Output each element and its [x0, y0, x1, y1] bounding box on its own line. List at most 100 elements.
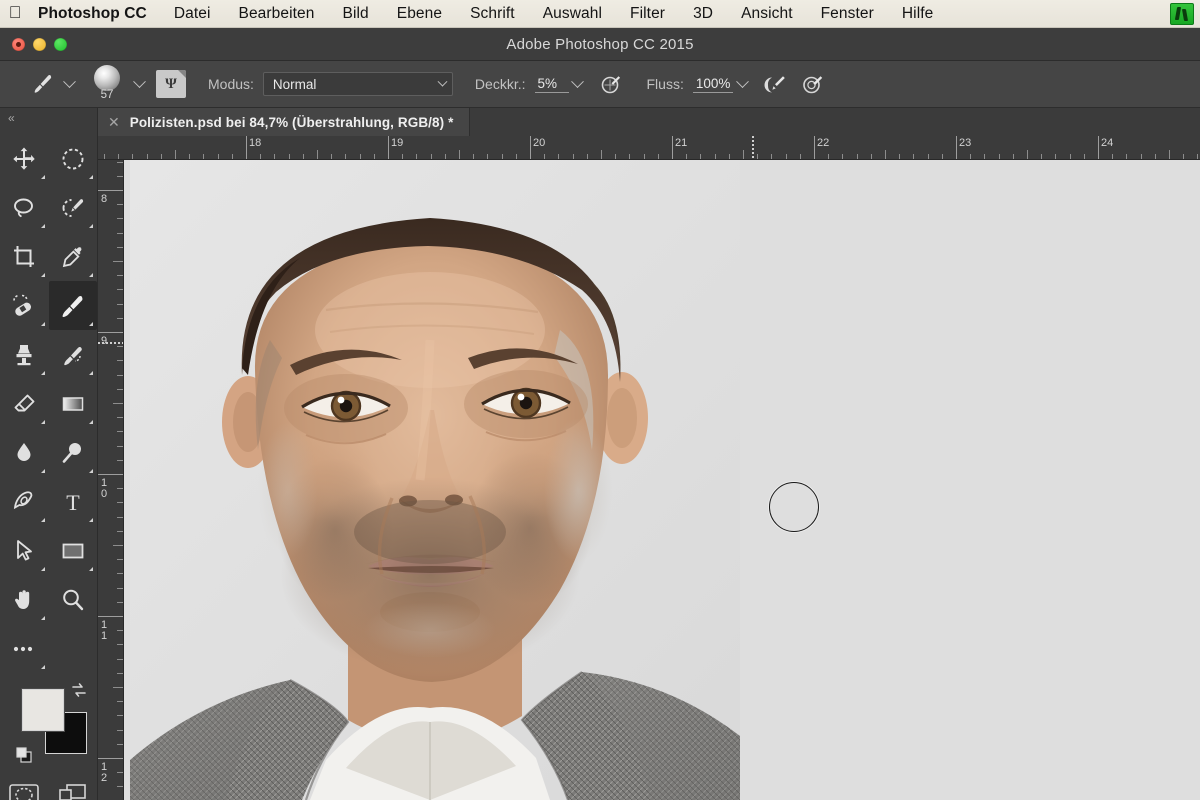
ruler-minor-tick: [885, 150, 886, 159]
ruler-minor-tick: [856, 154, 858, 159]
ruler-minor-tick: [117, 786, 123, 788]
ruler-minor-tick: [302, 154, 304, 159]
collapse-panel-icon[interactable]: «: [0, 108, 97, 128]
airbrush-icon[interactable]: [761, 70, 789, 98]
document-tab[interactable]: ✕ Polizisten.psd bei 84,7% (Überstrahlun…: [98, 108, 471, 136]
ruler-minor-tick: [572, 154, 574, 159]
move-tool[interactable]: [0, 134, 49, 183]
flow-input[interactable]: 100%: [692, 76, 734, 93]
type-tool[interactable]: T: [49, 477, 98, 526]
eraser-tool[interactable]: [0, 379, 49, 428]
ruler-minor-tick: [828, 154, 830, 159]
macos-menu-bar:  Photoshop CC Datei Bearbeiten Bild Ebe…: [0, 0, 1200, 28]
tool-row: [0, 428, 97, 477]
menu-item-hilfe[interactable]: Hilfe: [888, 5, 948, 23]
horizontal-ruler[interactable]: 18 19 20 21 22 23 24: [98, 136, 1200, 160]
brush-settings-panel-icon[interactable]: Ψ: [156, 70, 186, 98]
menu-item-3d[interactable]: 3D: [679, 5, 727, 23]
ruler-minor-tick: [941, 154, 943, 159]
history-brush-tool[interactable]: [49, 330, 98, 379]
ruler-minor-tick: [870, 154, 872, 159]
rectangle-tool[interactable]: [49, 526, 98, 575]
dodge-tool[interactable]: [49, 428, 98, 477]
ruler-minor-tick: [113, 261, 123, 262]
brush-tool[interactable]: [48, 281, 97, 330]
ruler-minor-tick: [1197, 154, 1199, 159]
pen-tool[interactable]: [0, 477, 49, 526]
quick-selection-tool[interactable]: [49, 183, 98, 232]
vertical-ruler[interactable]: 89101112: [98, 160, 124, 800]
ruler-minor-tick: [416, 154, 418, 159]
menu-item-filter[interactable]: Filter: [616, 5, 679, 23]
menu-item-schrift[interactable]: Schrift: [456, 5, 529, 23]
screen-recorder-icon[interactable]: [1170, 2, 1194, 25]
menu-item-bild[interactable]: Bild: [329, 5, 383, 23]
zoom-tool[interactable]: [49, 575, 98, 624]
eyedropper-tool[interactable]: [49, 232, 98, 281]
brush-preset-chevron-icon[interactable]: [60, 69, 78, 99]
rectangular-marquee-tool[interactable]: [49, 134, 98, 183]
ruler-guide-marker[interactable]: [98, 342, 123, 344]
ruler-minor-tick: [113, 545, 123, 546]
soft-round-brush-preview: [94, 65, 120, 91]
menu-item-fenster[interactable]: Fenster: [807, 5, 888, 23]
menu-item-datei[interactable]: Datei: [160, 5, 225, 23]
screen-mode-icon[interactable]: [49, 771, 98, 800]
tool-row: T: [0, 477, 97, 526]
lasso-tool[interactable]: [0, 183, 49, 232]
spot-healing-brush-tool[interactable]: [0, 281, 49, 330]
blur-tool[interactable]: [0, 428, 49, 477]
ruler-minor-tick: [1112, 154, 1114, 159]
ruler-minor-tick: [146, 154, 148, 159]
menu-app-name[interactable]: Photoshop CC: [30, 5, 160, 23]
close-icon[interactable]: ✕: [108, 115, 120, 129]
ruler-minor-tick: [1069, 154, 1071, 159]
ruler-guide-marker[interactable]: [752, 136, 754, 159]
ruler-minor-tick: [117, 559, 123, 561]
menu-item-bearbeiten[interactable]: Bearbeiten: [225, 5, 329, 23]
ruler-minor-tick: [487, 154, 489, 159]
brush-tool-icon[interactable]: [26, 67, 60, 101]
ruler-minor-tick: [132, 154, 134, 159]
ruler-minor-tick: [927, 154, 929, 159]
tool-more-corner: [89, 518, 93, 522]
hand-tool[interactable]: [0, 575, 49, 624]
canvas-area[interactable]: [124, 160, 1200, 800]
pressure-size-icon[interactable]: [799, 70, 827, 98]
foreground-color-swatch[interactable]: [22, 689, 64, 731]
mode-buttons: [0, 769, 97, 800]
opacity-chevron-icon[interactable]: [569, 69, 587, 99]
opacity-input[interactable]: 5%: [534, 76, 569, 93]
pressure-opacity-icon[interactable]: [597, 70, 625, 98]
flow-chevron-icon[interactable]: [733, 69, 751, 99]
ruler-minor-tick: [117, 218, 123, 220]
default-colors-icon[interactable]: [16, 747, 32, 763]
mode-label: Modus:: [208, 76, 254, 92]
tool-more-corner: [89, 371, 93, 375]
tool-row: [0, 624, 97, 673]
ruler-label: 20: [533, 137, 546, 149]
swap-colors-icon[interactable]: [70, 681, 88, 699]
clone-stamp-tool[interactable]: [0, 330, 49, 379]
menu-item-auswahl[interactable]: Auswahl: [529, 5, 616, 23]
path-selection-tool[interactable]: [0, 526, 49, 575]
ruler-label: 10: [101, 477, 108, 500]
blend-mode-select[interactable]: Normal: [262, 72, 453, 96]
ruler-minor-tick: [117, 729, 123, 731]
gradient-tool[interactable]: [49, 379, 98, 428]
apple-logo-icon[interactable]: : [0, 4, 30, 24]
ruler-minor-tick: [459, 150, 460, 159]
brush-size-value: 57: [100, 89, 114, 101]
edit-toolbar-tool[interactable]: [0, 624, 49, 673]
brush-preset-preview[interactable]: 57: [84, 64, 130, 104]
ruler-minor-tick: [1140, 154, 1142, 159]
menu-item-ansicht[interactable]: Ansicht: [727, 5, 807, 23]
ruler-minor-tick: [373, 154, 375, 159]
ruler-minor-tick: [160, 154, 162, 159]
quick-mask-icon[interactable]: [0, 771, 49, 800]
ruler-major-tick: [530, 136, 531, 159]
menu-item-ebene[interactable]: Ebene: [383, 5, 456, 23]
crop-tool[interactable]: [0, 232, 49, 281]
ruler-minor-tick: [714, 154, 716, 159]
brush-panel-chevron-icon[interactable]: [130, 69, 148, 99]
